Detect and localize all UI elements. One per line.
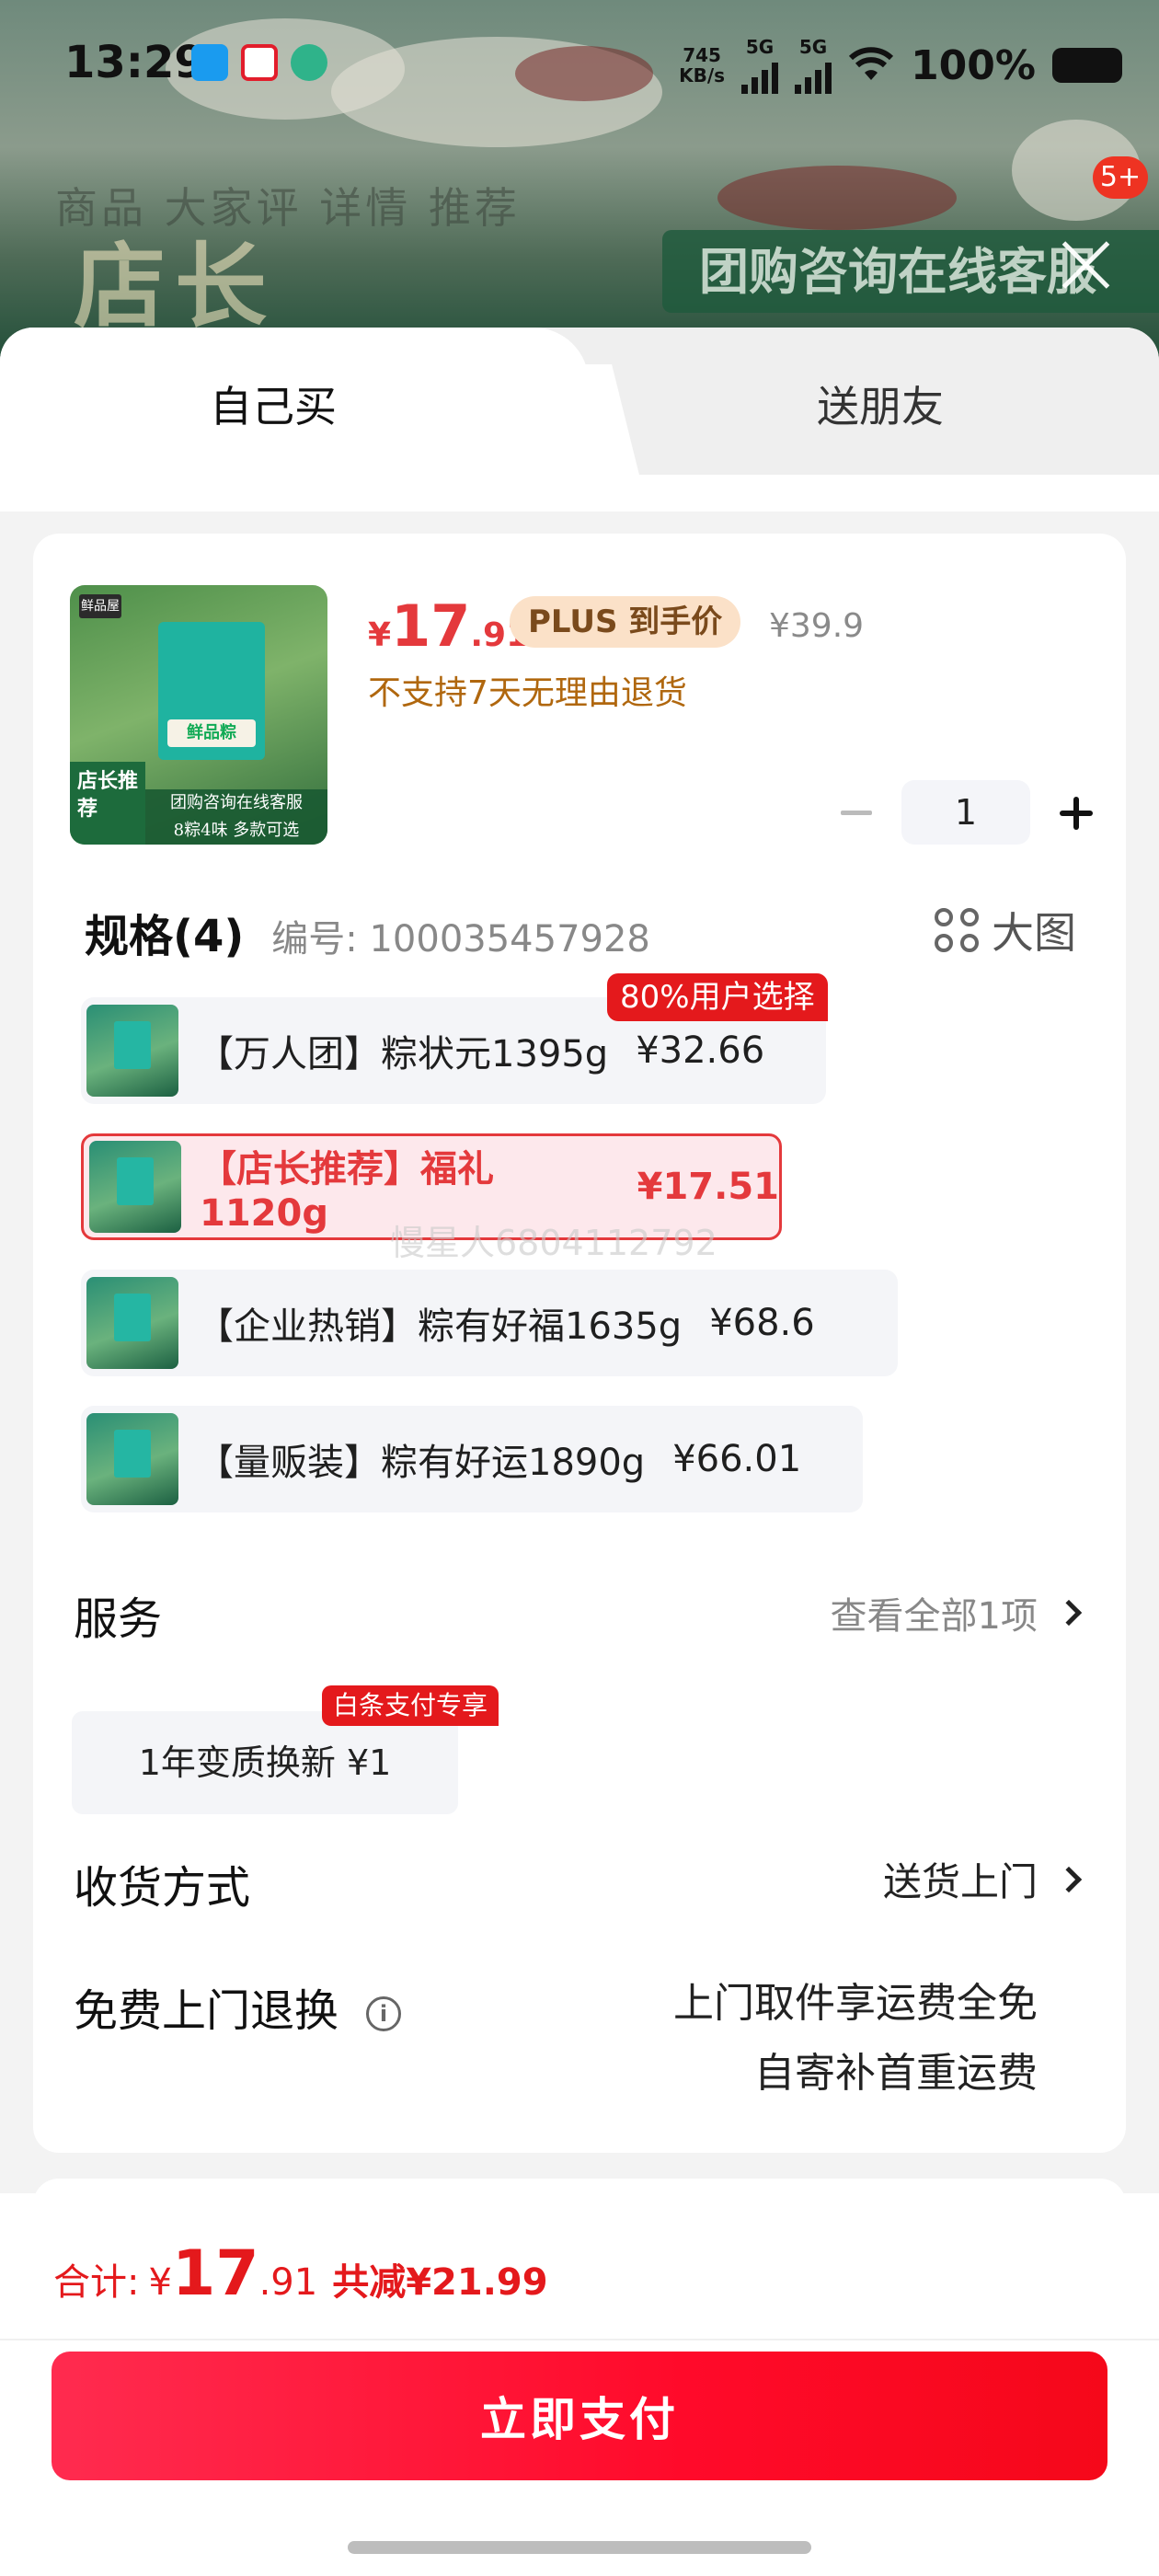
quantity-stepper: 1	[824, 780, 1107, 845]
decrease-quantity-button[interactable]	[824, 780, 889, 845]
chevron-right-icon	[1055, 1599, 1083, 1627]
delivery-method-selector[interactable]: 送货上门	[883, 1851, 1083, 1907]
status-time: 13:29	[64, 37, 205, 88]
quantity-input[interactable]: 1	[901, 780, 1030, 845]
avatar-notification-icon	[291, 44, 327, 81]
option-thumbnail	[86, 1277, 178, 1369]
option-price: ¥32.66	[636, 1029, 765, 1072]
battery-percent: 100%	[911, 41, 1036, 89]
no-return-notice: 不支持7天无理由退货	[368, 674, 687, 712]
option-name: 【万人团】粽状元1395g	[197, 1033, 609, 1075]
bg-shop-text: 店长	[74, 232, 276, 340]
close-icon[interactable]	[1058, 237, 1113, 293]
service-option[interactable]: 1年变质换新 ¥1	[72, 1711, 458, 1814]
plus-price-tag: PLUS 到手价	[510, 596, 741, 648]
current-price: ¥ 17 .91	[368, 592, 530, 660]
free-return-details: 上门取件享运费全免 自寄补首重运费	[673, 1980, 1038, 2097]
spec-title: 规格(4)	[85, 911, 245, 962]
signal-5g-1: 5G	[741, 37, 779, 94]
info-icon[interactable]: i	[366, 1996, 402, 2031]
service-badge: 白条支付专享	[322, 1685, 499, 1726]
delivery-title: 收货方式	[74, 1862, 251, 1914]
product-thumbnail[interactable]: 鲜品屋 鲜品粽 店长推荐 团购咨询在线客服 8粽4味 多款可选	[70, 585, 327, 845]
option-name: 【量贩装】粽有好运1890g	[197, 1442, 646, 1484]
status-bar: 13:29 745 KB/s 5G 5G 100%	[0, 0, 1159, 129]
app-notification-icon	[191, 44, 228, 81]
thumb-label: 鲜品粽	[167, 719, 256, 747]
spec-header: 规格(4) 编号: 100035457928	[85, 900, 650, 964]
watermark: 慢星人6804112792	[390, 1223, 717, 1263]
spec-option[interactable]: 【量贩装】粽有好运1890g ¥66.01	[81, 1406, 863, 1512]
option-name: 【企业热销】粽有好福1635g	[197, 1305, 683, 1348]
free-return-title: 免费上门退换 i	[74, 1974, 402, 2039]
option-price: ¥66.01	[672, 1438, 802, 1480]
product-code: 编号: 100035457928	[271, 918, 650, 960]
bg-dates	[717, 166, 957, 230]
option-thumbnail	[86, 1005, 178, 1097]
home-indicator[interactable]	[348, 2541, 811, 2554]
cart-count-badge: 5+	[1093, 156, 1148, 199]
option-price: ¥17.51	[637, 1166, 779, 1208]
signal-bars-icon	[795, 57, 832, 94]
thumb-brand: 鲜品屋	[79, 594, 121, 618]
wifi-icon	[849, 47, 894, 80]
original-price: ¥39.9	[769, 607, 865, 645]
pay-now-button[interactable]: 立即支付	[52, 2352, 1107, 2480]
grid-icon	[935, 908, 979, 952]
service-title: 服务	[74, 1593, 163, 1645]
thumb-strip: 团购咨询在线客服 8粽4味 多款可选	[145, 789, 327, 845]
purchase-tabs: 自己买 送朋友	[0, 328, 1159, 475]
total-summary: 合计: ¥ 17 .91 共减¥21.99	[53, 2237, 548, 2310]
checkout-bar: 合计: ¥ 17 .91 共减¥21.99 立即支付	[0, 2193, 1159, 2576]
option-price: ¥68.6	[709, 1302, 815, 1344]
network-speed: 745 KB/s	[679, 44, 726, 86]
chevron-right-icon	[1055, 1866, 1083, 1892]
notification-icons	[191, 44, 327, 81]
view-all-services-link[interactable]: 查看全部1项	[831, 1586, 1083, 1639]
product-card: 鲜品屋 鲜品粽 店长推荐 团购咨询在线客服 8粽4味 多款可选 ¥ 17 .91…	[33, 534, 1126, 2153]
popular-choice-badge: 80%用户选择	[607, 973, 828, 1021]
thumb-corner: 店长推荐	[70, 762, 145, 845]
signal-5g-2: 5G	[795, 37, 832, 94]
tab-gift[interactable]: 送朋友	[817, 374, 944, 434]
spec-option[interactable]: 【企业热销】粽有好福1635g ¥68.6	[81, 1270, 898, 1376]
app-notification-icon	[241, 44, 278, 81]
battery-icon	[1052, 48, 1122, 83]
big-image-button[interactable]: 大图	[935, 900, 1076, 960]
option-thumbnail	[86, 1413, 178, 1505]
signal-bars-icon	[741, 57, 779, 94]
increase-quantity-button[interactable]	[1043, 780, 1107, 845]
tab-self-buy-label[interactable]: 自己买	[210, 374, 337, 434]
status-right: 745 KB/s 5G 5G 100%	[679, 37, 1122, 94]
total-discount: 共减¥21.99	[332, 2261, 548, 2304]
option-thumbnail	[89, 1141, 181, 1233]
